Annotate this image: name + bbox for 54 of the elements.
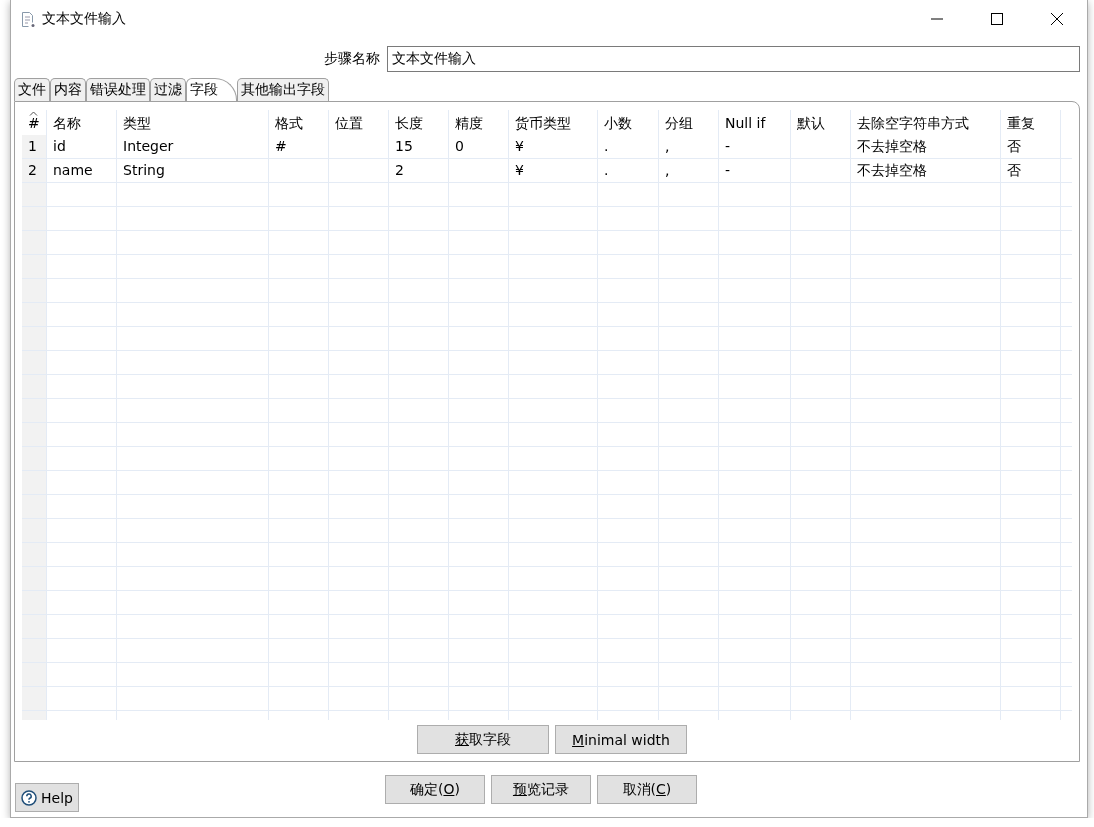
- ok-button[interactable]: 确定(O): [384, 775, 485, 804]
- column-header[interactable]: 去除空字符串方式: [857, 110, 969, 136]
- minimal-width-button[interactable]: Minimal width: [555, 725, 687, 754]
- step-name-label: 步骤名称: [324, 50, 380, 68]
- column-header[interactable]: 货币类型: [515, 110, 571, 136]
- column-header[interactable]: 分组: [665, 110, 693, 136]
- table-cell-text: Integer: [123, 137, 174, 156]
- document-icon: [21, 10, 36, 28]
- table-cell-text: ¥: [515, 137, 524, 156]
- table-cell-text: .: [604, 137, 609, 156]
- tab[interactable]: 过滤: [150, 78, 186, 101]
- column-header[interactable]: 小数: [604, 110, 632, 136]
- row-number: 2: [28, 161, 37, 180]
- tab[interactable]: 其他输出字段: [237, 78, 329, 101]
- column-header[interactable]: 名称: [53, 110, 81, 136]
- table-cell-text: 不去掉空格: [857, 137, 927, 156]
- help-button[interactable]: Help: [15, 783, 79, 812]
- table-cell-text: 15: [395, 137, 413, 156]
- column-header[interactable]: 位置: [335, 110, 363, 136]
- table-cell-text: 不去掉空格: [857, 161, 927, 180]
- tab[interactable]: 字段: [186, 78, 237, 101]
- get-fields-button[interactable]: 获取字段: [417, 725, 549, 754]
- table-cell-text: .: [604, 161, 609, 180]
- column-header[interactable]: 精度: [455, 110, 483, 136]
- table-cell-text: id: [53, 137, 66, 156]
- column-header[interactable]: Null if: [725, 110, 766, 136]
- table-cell-text: ,: [665, 137, 670, 156]
- table-cell-text: ,: [665, 161, 670, 180]
- step-name-field[interactable]: 文本文件输入: [387, 46, 1080, 72]
- column-header[interactable]: 格式: [275, 110, 303, 136]
- column-header[interactable]: #: [28, 110, 40, 136]
- tab[interactable]: 内容: [50, 78, 86, 101]
- cancel-button[interactable]: 取消(C): [596, 775, 697, 804]
- column-header[interactable]: 类型: [123, 110, 151, 136]
- preview-button[interactable]: 预览记录: [490, 775, 591, 804]
- sort-icon: [29, 111, 38, 116]
- table-cell-text: -: [725, 161, 731, 180]
- tab[interactable]: 文件: [14, 78, 50, 101]
- tab[interactable]: 错误处理: [86, 78, 150, 101]
- table-cell-text: 0: [455, 137, 464, 156]
- table-cell-text: name: [53, 161, 93, 180]
- table-cell-text: 否: [1007, 137, 1021, 156]
- table-cell-text: -: [725, 137, 731, 156]
- help-icon: [21, 789, 37, 806]
- table-cell-text: #: [275, 137, 287, 156]
- column-header[interactable]: 长度: [395, 110, 423, 136]
- table-cell-text: 2: [395, 161, 404, 180]
- row-number: 1: [28, 137, 37, 156]
- column-header[interactable]: 重复: [1007, 110, 1035, 136]
- table-cell-text: ¥: [515, 161, 524, 180]
- column-header[interactable]: 默认: [797, 110, 825, 136]
- window-title: 文本文件输入: [42, 10, 126, 28]
- table-cell-text: 否: [1007, 161, 1021, 180]
- table-cell-text: String: [123, 161, 165, 180]
